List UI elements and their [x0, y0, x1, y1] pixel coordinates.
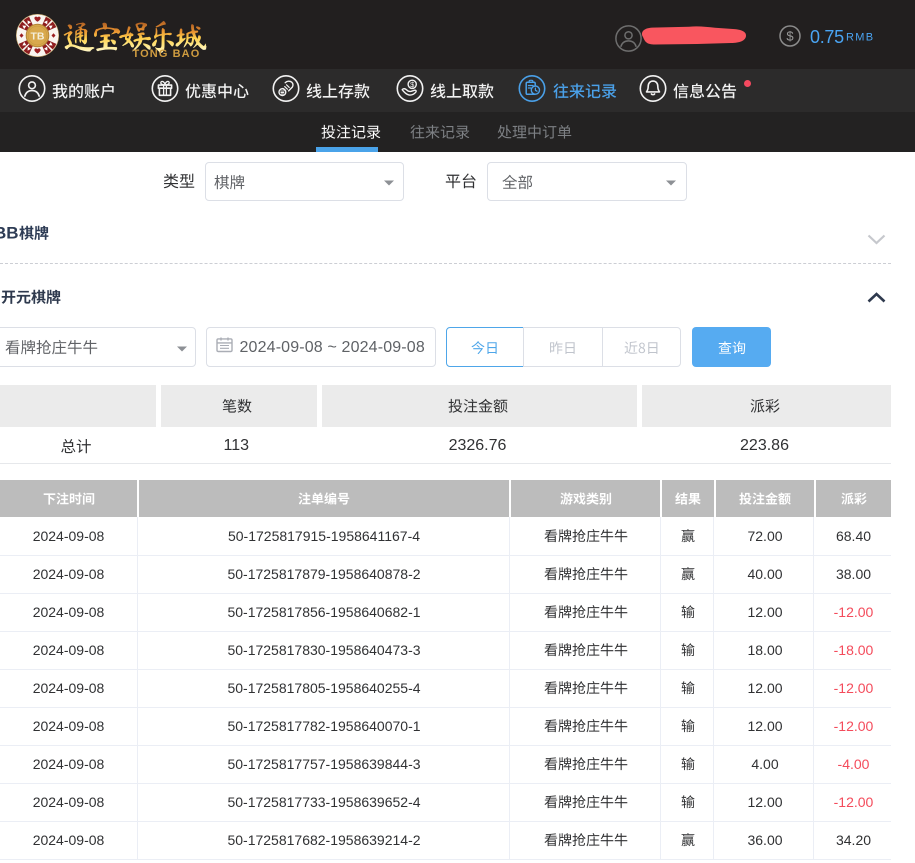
svg-text:$: $ — [786, 29, 794, 44]
svg-text:TB: TB — [31, 30, 45, 42]
